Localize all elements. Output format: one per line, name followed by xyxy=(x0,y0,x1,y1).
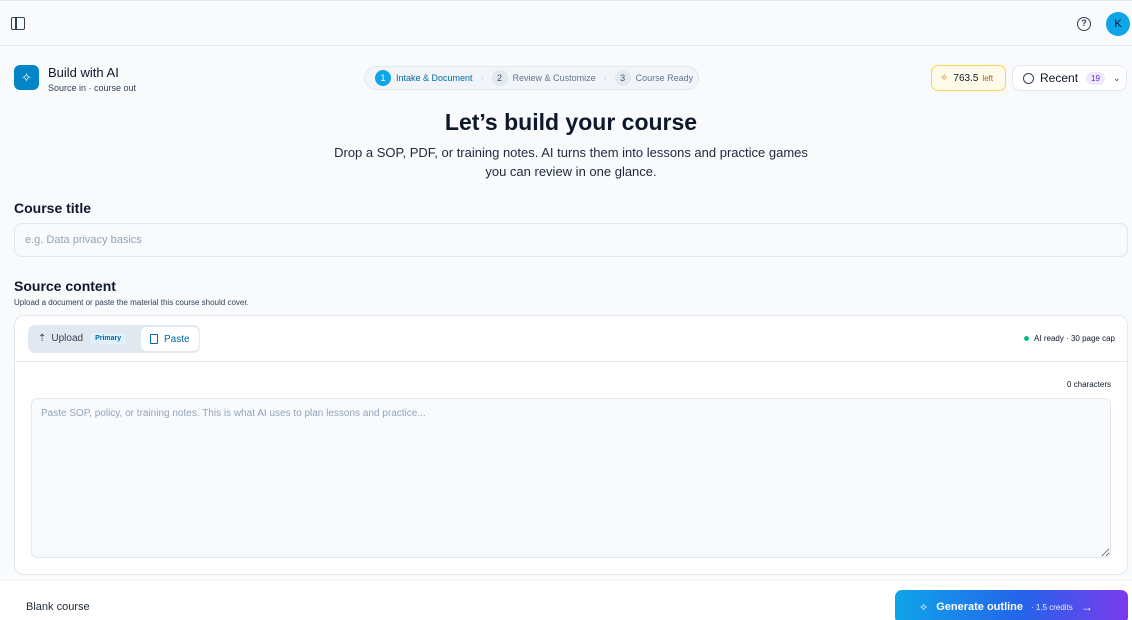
credits-amount: 763.5 xyxy=(953,72,979,84)
source-content-label: Source content xyxy=(14,278,116,294)
hero-title: Let’s build your course xyxy=(444,109,698,135)
source-textarea[interactable] xyxy=(31,398,1111,558)
paste-tab[interactable]: Paste xyxy=(141,327,199,351)
step-intake[interactable]: 1 Intake & Document xyxy=(375,70,473,86)
source-content-hint: Upload a document or paste the material … xyxy=(14,298,249,307)
generate-outline-button[interactable]: ✧ Generate outline · 1.5 credits → xyxy=(895,590,1128,620)
avatar[interactable]: K xyxy=(1106,12,1130,36)
credits-suffix: left xyxy=(982,73,994,83)
step-label: Course Ready xyxy=(635,73,694,83)
recent-count-badge: 19 xyxy=(1086,71,1105,85)
top-bar: ? K xyxy=(0,0,1132,46)
sparkles-icon: ✧ xyxy=(940,72,949,84)
sidebar-toggle-icon[interactable] xyxy=(11,17,25,30)
history-icon xyxy=(1023,72,1034,84)
recent-button[interactable]: Recent 19 ⌄ xyxy=(1012,65,1127,91)
primary-badge: Primary xyxy=(90,333,127,344)
recent-label: Recent xyxy=(1040,71,1079,85)
progress-stepper: 1 Intake & Document › 2 Review & Customi… xyxy=(364,66,699,90)
help-icon[interactable]: ? xyxy=(1077,17,1091,31)
credits-badge[interactable]: ✧ 763.5 left xyxy=(931,65,1006,91)
step-number: 3 xyxy=(614,70,631,86)
step-label: Intake & Document xyxy=(396,73,473,83)
status-dot-icon xyxy=(1024,336,1030,341)
ai-status: AI ready · 30 page cap xyxy=(1024,334,1115,343)
course-title-input[interactable] xyxy=(14,223,1128,257)
upload-cloud-icon: ⇡ xyxy=(38,333,47,344)
blank-course-button[interactable]: Blank course xyxy=(26,601,90,613)
step-label: Review & Customize xyxy=(512,73,596,83)
sparkles-icon: ✧ xyxy=(14,65,39,90)
paste-tab-label: Paste xyxy=(164,333,190,345)
hero-subtitle: Drop a SOP, PDF, or training notes. AI t… xyxy=(334,145,808,179)
course-title-label: Course title xyxy=(14,200,92,216)
source-card: ⇡ Upload Primary Paste AI ready · 30 pag… xyxy=(14,315,1128,575)
chevron-right-icon: › xyxy=(603,73,607,83)
chevron-right-icon: › xyxy=(480,73,484,83)
ai-status-text: AI ready · 30 page cap xyxy=(1034,334,1115,343)
arrow-right-icon: → xyxy=(1080,600,1093,614)
character-count: 0 characters xyxy=(1066,380,1111,389)
page-subtitle: Source in · course out xyxy=(48,83,137,93)
source-mode-toggle: ⇡ Upload Primary Paste xyxy=(28,325,200,353)
chevron-down-icon: ⌄ xyxy=(1112,72,1121,83)
sparkles-icon: ✧ xyxy=(919,601,929,614)
source-card-header: ⇡ Upload Primary Paste AI ready · 30 pag… xyxy=(15,316,1127,362)
generate-cost: · 1.5 credits xyxy=(1031,602,1073,612)
file-text-icon xyxy=(150,334,158,344)
step-review[interactable]: 2 Review & Customize xyxy=(491,70,596,86)
step-ready[interactable]: 3 Course Ready xyxy=(614,70,694,86)
generate-label: Generate outline xyxy=(936,601,1024,613)
step-number: 1 xyxy=(375,70,391,86)
upload-tab-label: Upload xyxy=(51,333,84,344)
page-title: Build with AI xyxy=(48,65,119,80)
upload-tab[interactable]: ⇡ Upload Primary xyxy=(38,333,127,344)
step-number: 2 xyxy=(491,70,508,86)
footer-bar: Blank course ✧ Generate outline · 1.5 cr… xyxy=(0,580,1132,620)
